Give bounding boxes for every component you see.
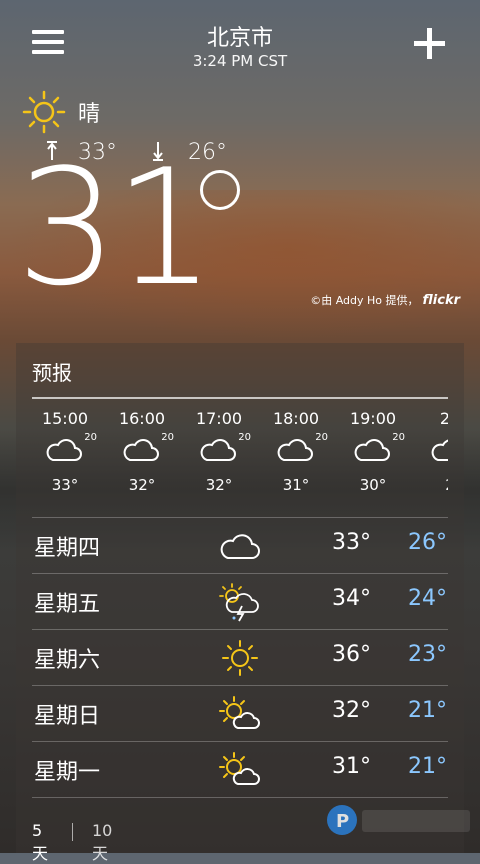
daily-row: 星期日 32° 21° [32, 685, 448, 742]
cloud-icon: 20 [276, 432, 328, 464]
top-bar: 北京市 3:24 PM CST [0, 0, 480, 80]
cloud-icon: 20 [353, 432, 405, 464]
local-time: 3:24 PM CST [192, 52, 288, 70]
forecast-title: 预报 [32, 361, 72, 385]
hour-time: 17:00 [195, 409, 243, 428]
hour-time: 19:00 [349, 409, 397, 428]
precip-chance: 20 [84, 432, 97, 443]
add-location-icon[interactable] [412, 26, 448, 62]
current-condition: 晴 [78, 102, 101, 127]
hour-temp: 33° [51, 476, 79, 494]
sun-icon [22, 90, 66, 134]
hourly-item: 17:00 20 32° [184, 399, 254, 494]
tab-5-days[interactable]: 5天 [32, 821, 48, 864]
hour-time: 18:00 [272, 409, 320, 428]
daily-row: 星期一 31° 21° [32, 741, 448, 798]
daily-row: 星期六 36° 23° [32, 629, 448, 686]
precip-chance: 20 [315, 432, 328, 443]
forecast-panel: 预报 15:00 20 33° 16:00 20 32° 17:00 20 32° 18:00 20… [16, 343, 464, 863]
current-temperature: 31 [16, 134, 216, 321]
city-name: 北京市 [206, 26, 273, 51]
precip-chance: 20 [238, 432, 251, 443]
thunderstorm-icon [219, 583, 259, 622]
cloud-icon: 20 [199, 432, 251, 464]
hour-temp: 32° [128, 476, 156, 494]
hour-temp: 2 [415, 476, 448, 494]
hour-temp: 32° [205, 476, 233, 494]
hourly-item: 20 2 [415, 399, 448, 494]
tab-10-days[interactable]: 10天 [92, 821, 112, 864]
hour-time: 20 [439, 409, 448, 428]
degree-symbol [200, 170, 240, 210]
cloud-icon [430, 438, 448, 464]
precip-chance: 20 [392, 432, 405, 443]
hour-time: 15:00 [41, 409, 89, 428]
precip-chance: 20 [161, 432, 174, 443]
daily-row: 星期四 33° 26° [32, 517, 448, 574]
hour-temp: 31° [282, 476, 310, 494]
partly-cloudy-icon [219, 752, 260, 785]
watermark-logo: P [327, 805, 470, 835]
tab-separator [72, 823, 73, 841]
hourly-item: 16:00 20 32° [107, 399, 177, 494]
daily-divider [32, 797, 448, 799]
sun-icon [222, 640, 258, 676]
daily-row: 星期五 34° 24° [32, 573, 448, 630]
cloud-icon: 20 [45, 432, 97, 464]
svg-text:P: P [336, 811, 349, 832]
hour-time: 16:00 [118, 409, 166, 428]
photo-credit[interactable]: ©由 Addy Ho 提供， flickr [310, 292, 460, 308]
partly-cloudy-icon [219, 696, 260, 729]
hourly-forecast[interactable]: 15:00 20 33° 16:00 20 32° 17:00 20 32° 18:00 20 31°… [16, 399, 448, 519]
cloud-icon: 20 [122, 432, 174, 464]
hourly-item: 15:00 20 33° [30, 399, 100, 494]
hourly-item: 19:00 20 30° [338, 399, 408, 494]
hour-temp: 30° [359, 476, 387, 494]
hourly-item: 18:00 20 31° [261, 399, 331, 494]
cloud-icon [220, 534, 260, 559]
